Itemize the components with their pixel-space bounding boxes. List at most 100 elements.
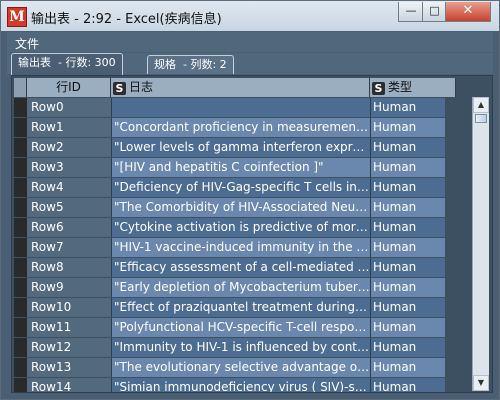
row-selector[interactable] (14, 178, 27, 197)
table-row[interactable]: Row12 "Immunity to HIV-1 is influenced by… (12, 337, 477, 357)
row-selector[interactable] (14, 98, 27, 117)
log-cell[interactable]: "The Comorbidity of HIV-Associated Neuro… (111, 198, 370, 217)
header-type[interactable]: S 类型 (370, 78, 456, 97)
vertical-scrollbar[interactable]: ▲ ▼ (472, 97, 489, 391)
type-cell[interactable]: Human (370, 298, 445, 317)
row-selector[interactable] (14, 218, 27, 237)
row-id-cell[interactable]: Row1 (27, 118, 111, 137)
scroll-up-arrow-icon[interactable]: ▲ (473, 97, 489, 113)
type-cell[interactable]: Human (370, 178, 445, 197)
maximize-button[interactable]: □ (422, 2, 447, 22)
type-cell[interactable]: Human (370, 358, 445, 377)
header-log-label: 日志 (129, 80, 154, 94)
type-cell[interactable]: Human (370, 238, 445, 257)
row-id-cell[interactable]: Row5 (27, 198, 111, 217)
scrollbar-thumb[interactable] (475, 114, 487, 123)
type-cell[interactable]: Human (370, 318, 445, 337)
table-row[interactable]: Row4 "Deficiency of HIV-Gag-specific T ce… (12, 177, 477, 197)
log-cell[interactable]: "Immunity to HIV-1 is influenced by cont… (111, 338, 370, 357)
row-selector[interactable] (14, 318, 27, 337)
menu-bar: 文件 (7, 32, 493, 52)
tab-spec[interactable]: 规格 - 列数: 2 (147, 55, 234, 74)
log-cell[interactable] (111, 98, 370, 117)
data-table: 行ID S 日志 S 类型 Row0 Human Row1 "Concordant pro… (11, 75, 493, 393)
type-cell[interactable]: Human (370, 258, 445, 277)
close-button[interactable]: ✕ (445, 2, 491, 22)
log-cell[interactable]: "[HIV and hepatitis C coinfection ]" (111, 158, 370, 177)
table-row[interactable]: Row14 "Simian immunodeficiency virus ( SI… (12, 377, 477, 392)
row-selector[interactable] (14, 358, 27, 377)
row-selector[interactable] (14, 118, 27, 137)
table-row[interactable]: Row10 "Effect of praziquantel treatment d… (12, 297, 477, 317)
table-body: Row0 Human Row1 "Concordant proficiency in … (12, 97, 477, 392)
row-selector[interactable] (14, 258, 27, 277)
minimize-button[interactable]: — (398, 2, 424, 22)
excel-output-window: M 输出表 - 2:92 - Excel(疾病信息) — □ ✕ 文件 输出表 … (0, 0, 500, 400)
title-bar[interactable]: M 输出表 - 2:92 - Excel(疾病信息) — □ ✕ (1, 1, 499, 31)
table-row[interactable]: Row1 "Concordant proficiency in measureme… (12, 117, 477, 137)
tab-strip: 输出表 - 行数: 300 规格 - 列数: 2 (7, 53, 493, 75)
type-cell[interactable]: Human (370, 198, 445, 217)
type-cell[interactable]: Human (370, 98, 445, 117)
tab-output-table[interactable]: 输出表 - 行数: 300 (11, 53, 123, 75)
header-row-id[interactable]: 行ID (27, 78, 111, 97)
row-id-cell[interactable]: Row6 (27, 218, 111, 237)
header-log[interactable]: S 日志 (111, 78, 370, 97)
row-selector[interactable] (14, 278, 27, 297)
row-selector[interactable] (14, 298, 27, 317)
type-cell[interactable]: Human (370, 158, 445, 177)
table-row[interactable]: Row7 "HIV-1 vaccine-induced immunity in t… (12, 237, 477, 257)
row-id-cell[interactable]: Row0 (27, 98, 111, 117)
table-row[interactable]: Row11 "Polyfunctional HCV-specific T-cell… (12, 317, 477, 337)
type-cell[interactable]: Human (370, 138, 445, 157)
type-cell[interactable]: Human (370, 118, 445, 137)
row-id-cell[interactable]: Row3 (27, 158, 111, 177)
row-id-cell[interactable]: Row11 (27, 318, 111, 337)
row-selector[interactable] (14, 158, 27, 177)
row-id-cell[interactable]: Row14 (27, 378, 111, 392)
row-id-cell[interactable]: Row7 (27, 238, 111, 257)
log-cell[interactable]: "HIV-1 vaccine-induced immunity in the t… (111, 238, 370, 257)
log-cell[interactable]: "Early depletion of Mycobacterium tuberc… (111, 278, 370, 297)
log-cell[interactable]: "Efficacy assessment of a cell-mediated … (111, 258, 370, 277)
row-id-cell[interactable]: Row8 (27, 258, 111, 277)
log-cell[interactable]: "The evolutionary selective advantage of… (111, 358, 370, 377)
row-selector[interactable] (14, 378, 27, 392)
log-cell[interactable]: "Cytokine activation is predictive of mo… (111, 218, 370, 237)
row-id-cell[interactable]: Row2 (27, 138, 111, 157)
type-cell[interactable]: Human (370, 278, 445, 297)
row-id-cell[interactable]: Row12 (27, 338, 111, 357)
header-type-label: 类型 (388, 80, 413, 94)
table-row[interactable]: Row0 Human (12, 97, 477, 117)
row-selector[interactable] (14, 238, 27, 257)
log-cell[interactable]: "Deficiency of HIV-Gag-specific T cells … (111, 178, 370, 197)
row-selector[interactable] (14, 138, 27, 157)
type-cell[interactable]: Human (370, 218, 445, 237)
table-row[interactable]: Row8 "Efficacy assessment of a cell-media… (12, 257, 477, 277)
type-cell[interactable]: Human (370, 378, 445, 392)
window-title: 输出表 - 2:92 - Excel(疾病信息) (31, 12, 222, 27)
scroll-down-arrow-icon[interactable]: ▼ (473, 375, 489, 391)
header-corner[interactable] (14, 78, 27, 97)
row-selector[interactable] (14, 338, 27, 357)
table-row[interactable]: Row6 "Cytokine activation is predictive o… (12, 217, 477, 237)
app-logo-icon: M (7, 7, 27, 27)
table-row[interactable]: Row9 "Early depletion of Mycobacterium tu… (12, 277, 477, 297)
row-id-cell[interactable]: Row13 (27, 358, 111, 377)
log-cell[interactable]: "Simian immunodeficiency virus ( SIV)-sp… (111, 378, 370, 392)
log-cell[interactable]: "Effect of praziquantel treatment during… (111, 298, 370, 317)
row-selector[interactable] (14, 198, 27, 217)
row-id-cell[interactable]: Row10 (27, 298, 111, 317)
log-cell[interactable]: "Concordant proficiency in measurement o… (111, 118, 370, 137)
table-row[interactable]: Row5 "The Comorbidity of HIV-Associated N… (12, 197, 477, 217)
table-row[interactable]: Row3 "[HIV and hepatitis C coinfection ]"… (12, 157, 477, 177)
row-id-cell[interactable]: Row9 (27, 278, 111, 297)
row-id-cell[interactable]: Row4 (27, 178, 111, 197)
log-cell[interactable]: "Lower levels of gamma interferon expres… (111, 138, 370, 157)
menu-file[interactable]: 文件 (15, 35, 39, 52)
table-row[interactable]: Row2 "Lower levels of gamma interferon ex… (12, 137, 477, 157)
type-cell[interactable]: Human (370, 338, 445, 357)
table-row[interactable]: Row13 "The evolutionary selective advanta… (12, 357, 477, 377)
log-cell[interactable]: "Polyfunctional HCV-specific T-cell resp… (111, 318, 370, 337)
string-type-icon: S (372, 82, 385, 95)
